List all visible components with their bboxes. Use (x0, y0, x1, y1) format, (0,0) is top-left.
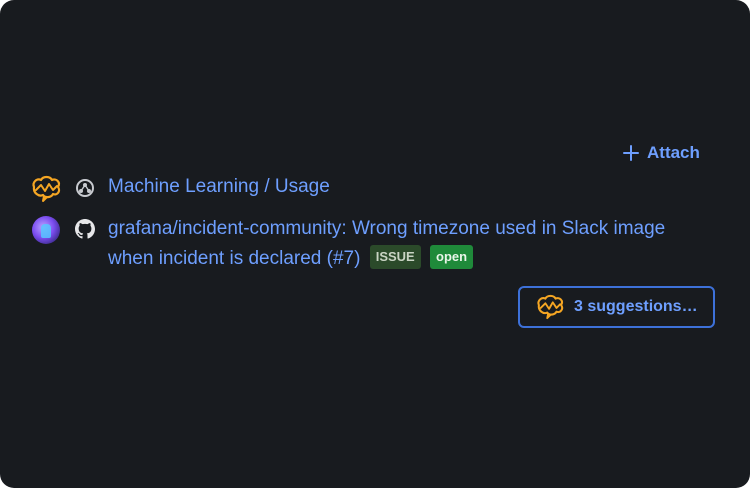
attachment-row: Machine Learning / Usage (30, 173, 330, 205)
type-badge: ISSUE (369, 244, 421, 269)
attach-label: Attach (647, 143, 700, 162)
attach-button[interactable]: Attach (622, 141, 700, 165)
attachment-link[interactable]: Machine Learning / Usage (108, 172, 330, 202)
suggestions-label: 3 suggestions… (574, 298, 698, 315)
grafana-ml-icon (74, 177, 96, 199)
attachment-row: grafana/incident-community: Wrong timezo… (30, 214, 688, 274)
ml-brain-icon (30, 173, 62, 205)
suggestions-button[interactable]: 3 suggestions… (518, 286, 715, 328)
status-badge: open (430, 244, 474, 269)
plus-icon (623, 145, 639, 161)
incident-attachments-panel: Attach Machine Learning / Usage grafana/… (0, 0, 750, 488)
ml-brain-icon (537, 294, 564, 320)
user-avatar (30, 214, 62, 246)
github-icon (74, 218, 96, 240)
